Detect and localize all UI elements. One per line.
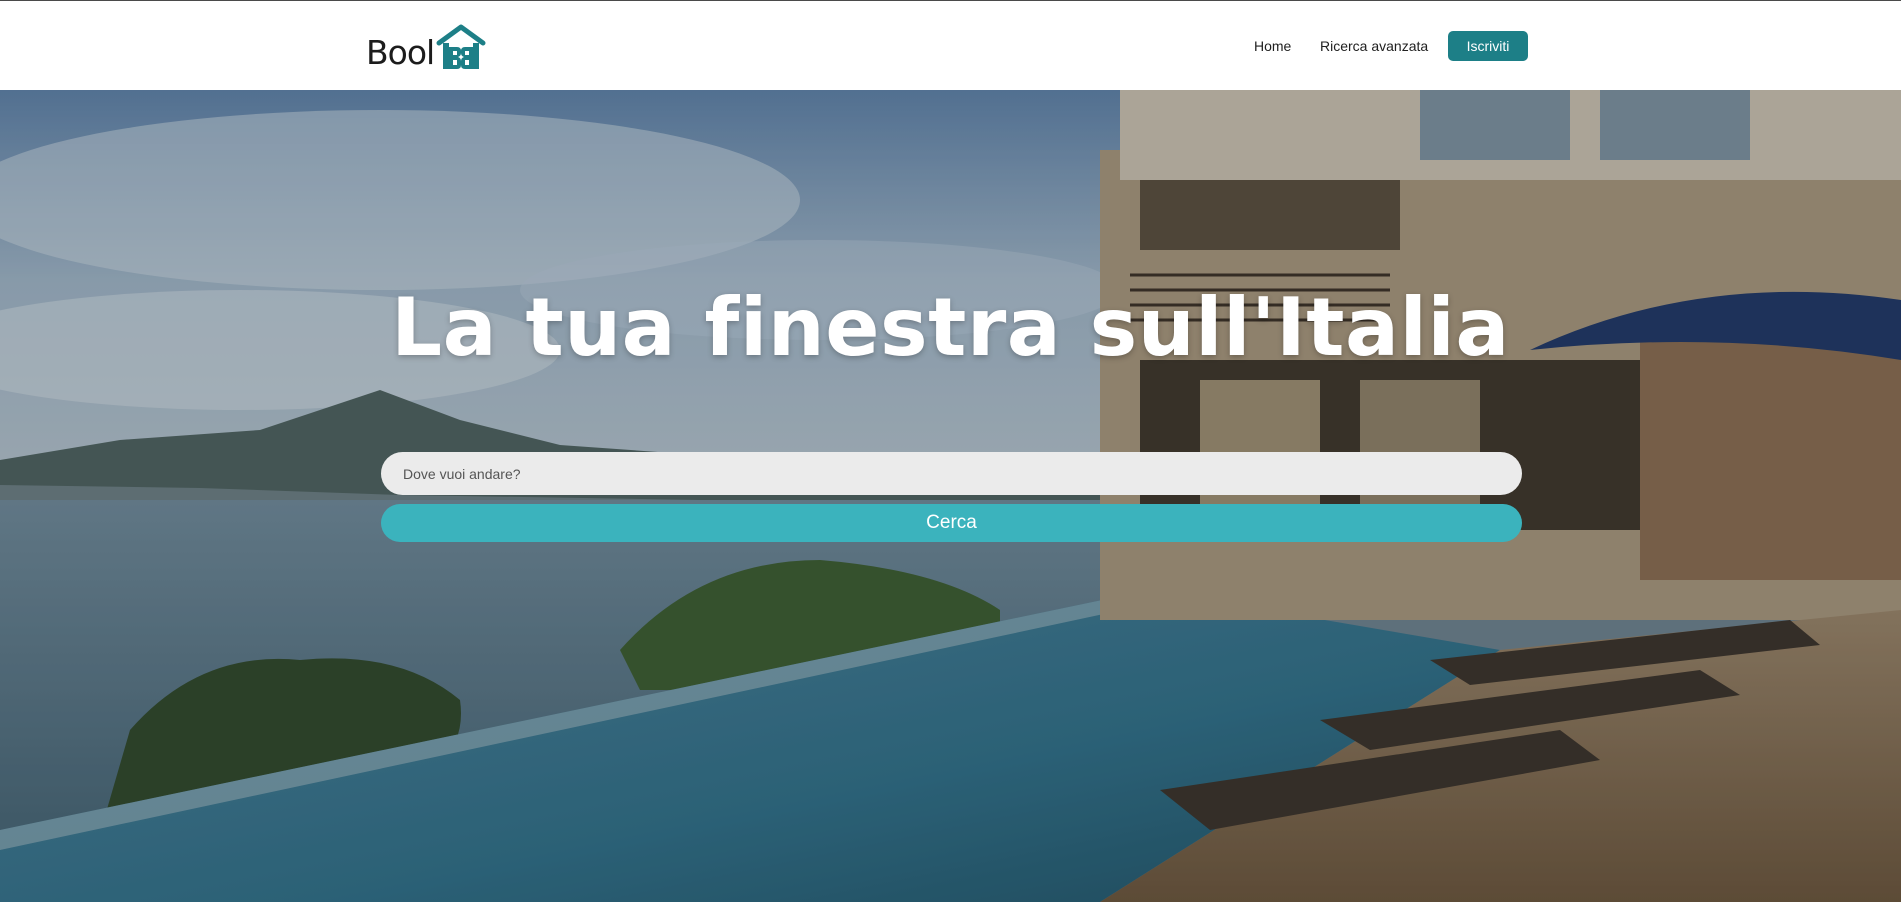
brand-name: Bool xyxy=(366,33,435,72)
search-button[interactable]: Cerca xyxy=(381,504,1522,542)
navbar: Bool Home Ricerca avanzata Iscriviti xyxy=(0,1,1901,90)
hero-title: La tua finestra sull'Italia xyxy=(391,281,1510,374)
house-b-icon xyxy=(436,24,486,69)
hero-background-image xyxy=(0,90,1901,902)
nav-link-home[interactable]: Home xyxy=(1254,31,1291,61)
brand-logo[interactable]: Bool xyxy=(366,23,486,71)
signup-button[interactable]: Iscriviti xyxy=(1448,31,1528,61)
destination-search-input[interactable] xyxy=(381,452,1522,495)
hero-section: La tua finestra sull'Italia Cerca xyxy=(0,90,1901,902)
nav-link-advanced-search[interactable]: Ricerca avanzata xyxy=(1320,31,1428,61)
